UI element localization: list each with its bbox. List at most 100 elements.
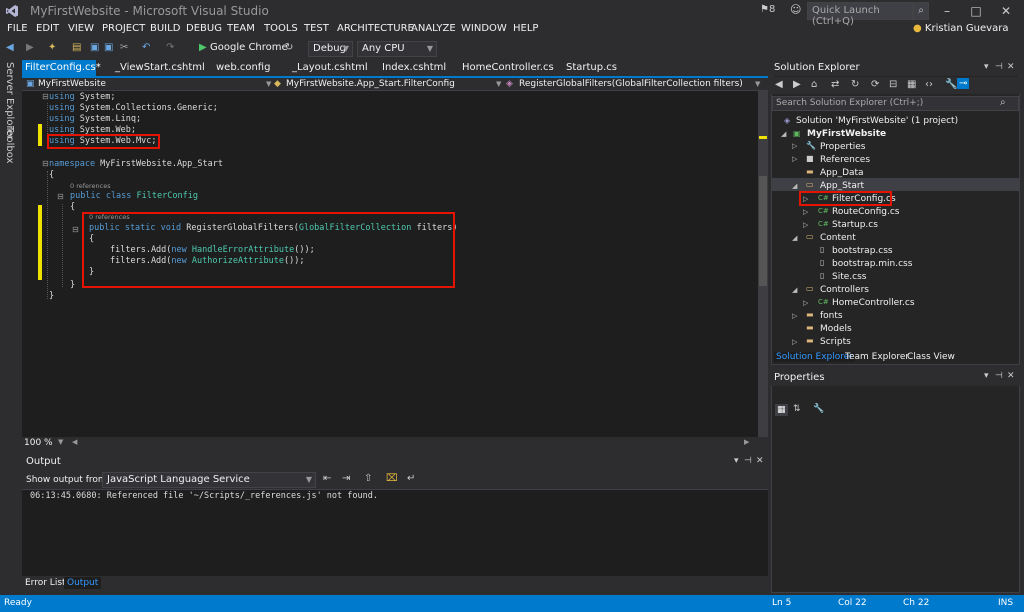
tab-homecontroller[interactable]: HomeController.cs (462, 60, 554, 76)
save-icon[interactable]: ▣ (90, 42, 99, 53)
user-account[interactable]: ● Kristian Guevara (913, 23, 1008, 34)
collapse-all-icon[interactable]: ⊟ (889, 79, 897, 90)
collapsed-arrow-icon[interactable]: ▷ (803, 208, 808, 216)
tree-item-homecontroller[interactable]: HomeController.cs (832, 298, 915, 308)
collapse-icon[interactable]: ⊟ (42, 92, 49, 101)
member-select[interactable]: RegisterGlobalFilters(GlobalFilterCollec… (519, 78, 743, 90)
collapsed-arrow-icon[interactable]: ▷ (792, 142, 797, 150)
editor-scrollbar[interactable] (758, 91, 768, 437)
menu-debug[interactable]: DEBUG (186, 23, 222, 34)
categorized-icon[interactable]: ▦ (775, 404, 788, 416)
pending-changes-icon[interactable]: ↻ (851, 79, 859, 90)
redo-icon[interactable]: ↷ (166, 42, 174, 53)
scroll-right-icon[interactable]: ▶ (744, 438, 749, 446)
preview-icon[interactable]: ⊸ (957, 78, 970, 89)
menu-team[interactable]: TEAM (227, 23, 255, 34)
menu-tools[interactable]: TOOLS (264, 23, 298, 34)
refresh-icon[interactable]: ↻ (285, 42, 293, 53)
dropdown-icon[interactable]: ▾ (984, 371, 989, 381)
previous-message-icon[interactable]: ⇥ (342, 473, 350, 484)
tree-item-app-start[interactable]: App_Start (820, 181, 864, 191)
tab-layout[interactable]: _Layout.cshtml (292, 60, 368, 76)
cut-icon[interactable]: ✂ (120, 42, 128, 53)
forward-icon[interactable]: ▶ (793, 79, 801, 90)
tree-item-site-css[interactable]: Site.css (832, 272, 866, 282)
collapsed-arrow-icon[interactable]: ▷ (803, 299, 808, 307)
tab-team-explorer[interactable]: Team Explorer (845, 352, 909, 362)
back-icon[interactable]: ◀ (775, 79, 783, 90)
home-icon[interactable]: ⌂ (811, 79, 817, 90)
start-debugging-icon[interactable]: ▶ (199, 42, 207, 53)
zoom-level[interactable]: 100 % (24, 438, 53, 448)
tree-item-models[interactable]: Models (820, 324, 852, 334)
tree-item-project[interactable]: MyFirstWebsite (807, 129, 886, 139)
clear-all-icon[interactable]: ⌧ (386, 473, 398, 484)
tab-output[interactable]: Output (64, 577, 102, 589)
collapsed-arrow-icon[interactable]: ▷ (803, 221, 808, 229)
tree-item-bootstrap-css[interactable]: bootstrap.css (832, 246, 893, 256)
minimize-button[interactable]: – (933, 2, 961, 20)
menu-edit[interactable]: EDIT (36, 23, 59, 34)
find-message-icon[interactable]: ⇤ (323, 473, 331, 484)
dropdown-icon[interactable]: ▾ (984, 62, 989, 72)
pin-icon[interactable]: ⊣ (744, 456, 752, 466)
output-source-select[interactable]: JavaScript Language Service ▼ (102, 472, 316, 488)
tab-filterconfig[interactable]: FilterConfig.cs* ⊣ ✕ (22, 60, 101, 88)
chevron-down-icon[interactable]: ▼ (58, 438, 63, 446)
collapse-icon[interactable]: ⊟ (42, 159, 49, 168)
tab-startup[interactable]: Startup.cs (566, 60, 617, 76)
codelens-references[interactable]: 0 references (70, 182, 111, 190)
tree-item-content[interactable]: Content (820, 233, 856, 243)
close-pane-icon[interactable]: ✕ (756, 456, 764, 466)
dropdown-icon[interactable]: ▾ (734, 456, 739, 466)
collapse-icon[interactable]: ⊟ (72, 225, 79, 234)
menu-window[interactable]: WINDOW (461, 23, 507, 34)
menu-file[interactable]: FILE (7, 23, 28, 34)
collapsed-arrow-icon[interactable]: ▷ (792, 312, 797, 320)
class-select[interactable]: MyFirstWebsite.App_Start.FilterConfig (286, 78, 455, 90)
expanded-arrow-icon[interactable]: ◢ (792, 182, 797, 190)
search-icon[interactable]: ⌕ (1000, 97, 1006, 108)
tree-item-solution[interactable]: Solution 'MyFirstWebsite' (1 project) (796, 116, 958, 126)
tab-class-view[interactable]: Class View (907, 352, 955, 362)
output-text-area[interactable]: 06:13:45.0680: Referenced file '~/Script… (22, 489, 768, 576)
word-wrap-icon[interactable]: ↵ (407, 473, 415, 484)
sync-icon[interactable]: ⇄ (831, 79, 839, 90)
tree-item-scripts[interactable]: Scripts (820, 337, 851, 347)
open-folder-icon[interactable]: ▤ (72, 42, 81, 53)
tab-viewstart[interactable]: _ViewStart.cshtml (115, 60, 205, 76)
search-icon[interactable]: ⌕ (913, 2, 929, 20)
tree-item-startup[interactable]: Startup.cs (832, 220, 878, 230)
project-select[interactable]: MyFirstWebsite (38, 78, 106, 90)
tab-solution-explorer[interactable]: Solution Explorer (774, 352, 855, 362)
view-code-icon[interactable]: ‹› (925, 79, 933, 90)
code-editor[interactable]: ⊟ ⊟ ⊟ ⊟ using System; using System.Colle… (22, 91, 758, 437)
menu-test[interactable]: TEST (304, 23, 329, 34)
undo-icon[interactable]: ↶ (142, 42, 150, 53)
menu-build[interactable]: BUILD (150, 23, 180, 34)
collapse-icon[interactable]: ⊟ (57, 192, 64, 201)
scroll-thumb[interactable] (759, 176, 767, 286)
expanded-arrow-icon[interactable]: ◢ (792, 234, 797, 242)
solution-search-input[interactable]: Search Solution Explorer (Ctrl+;) (772, 96, 1019, 111)
next-message-icon[interactable]: ⇧ (364, 473, 372, 484)
config-select[interactable]: Debug ▼ (308, 41, 353, 57)
tab-error-list[interactable]: Error List (25, 578, 66, 588)
tab-index[interactable]: Index.cshtml (382, 60, 446, 76)
close-pane-icon[interactable]: ✕ (1007, 62, 1015, 72)
quick-launch-input[interactable]: Quick Launch (Ctrl+Q) (807, 2, 913, 27)
pin-icon[interactable]: ⊣ (995, 371, 1003, 381)
new-project-icon[interactable]: ✦ (48, 42, 56, 53)
collapsed-arrow-icon[interactable]: ▷ (792, 338, 797, 346)
tree-item-properties[interactable]: Properties (820, 142, 865, 152)
show-all-files-icon[interactable]: ▦ (907, 79, 916, 90)
scroll-left-icon[interactable]: ◀ (72, 438, 77, 446)
close-pane-icon[interactable]: ✕ (1007, 371, 1015, 381)
refresh-icon[interactable]: ⟳ (871, 79, 879, 90)
tree-item-app-data[interactable]: App_Data (820, 168, 864, 178)
expanded-arrow-icon[interactable]: ◢ (792, 286, 797, 294)
toolbox-tab[interactable]: Toolbox (4, 126, 15, 164)
back-icon[interactable]: ◀ (6, 42, 14, 53)
pin-icon[interactable]: ⊣ (995, 62, 1003, 72)
platform-select[interactable]: Any CPU ▼ (357, 41, 437, 57)
